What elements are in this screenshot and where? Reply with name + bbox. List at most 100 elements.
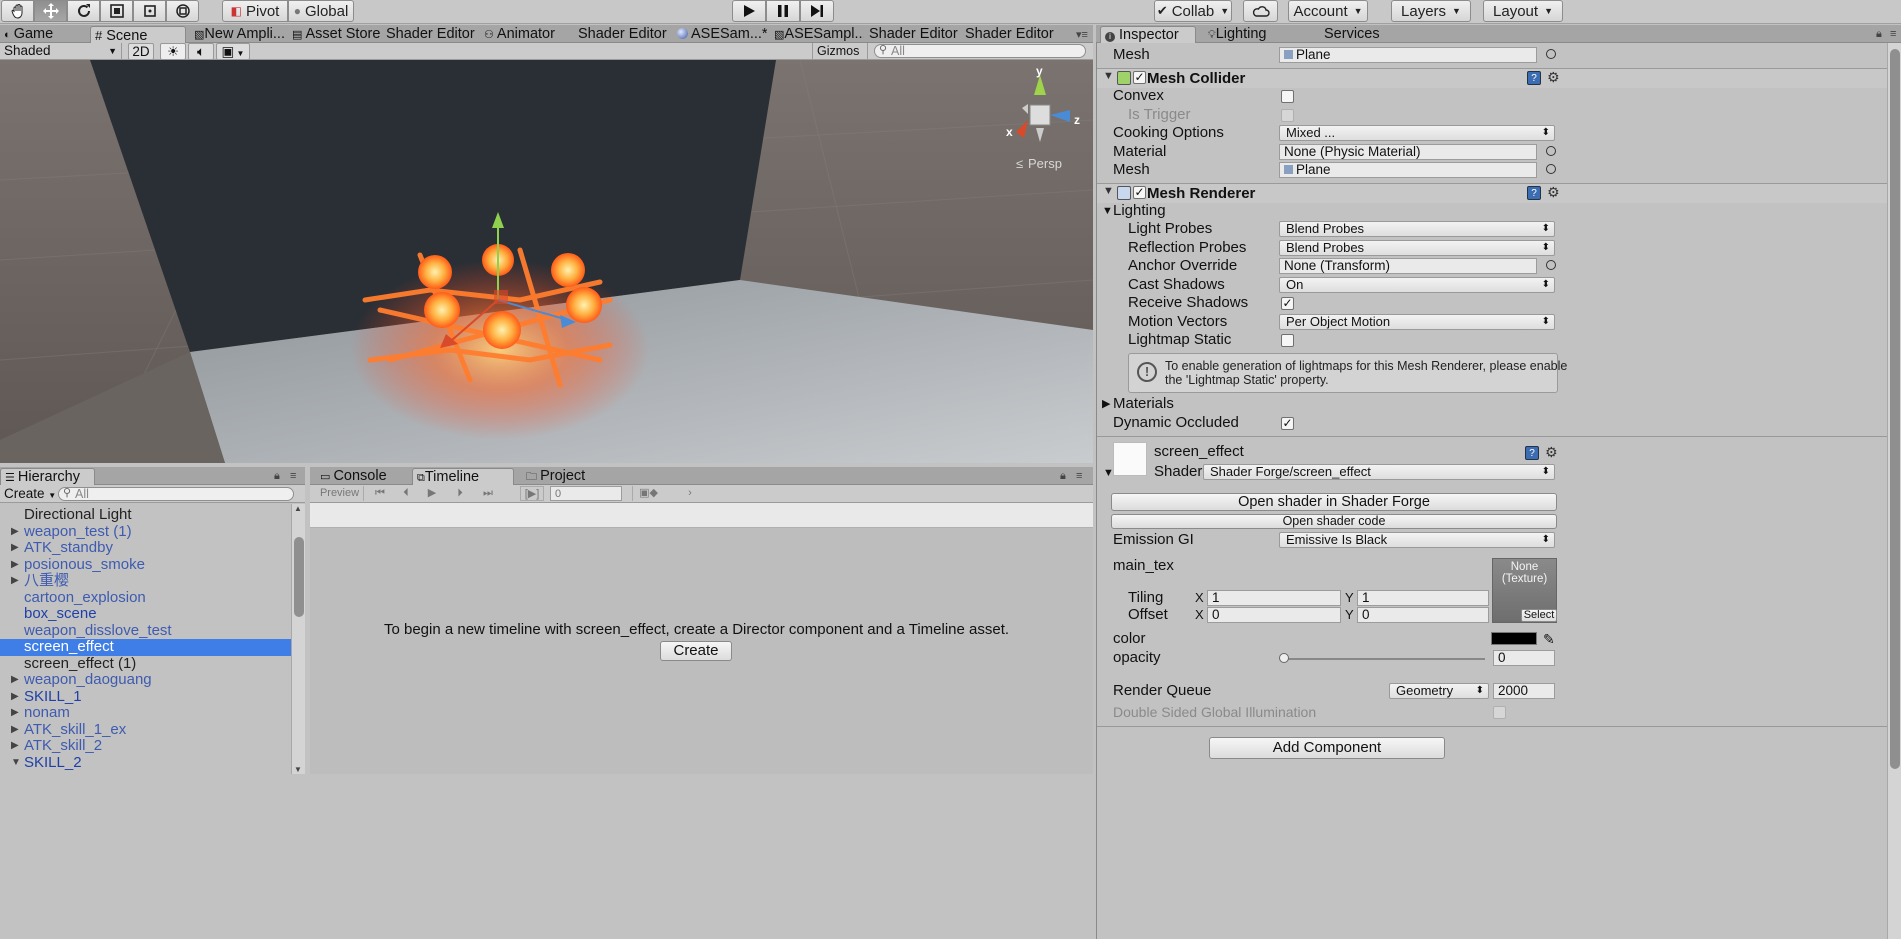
open-shader-forge-button[interactable]: Open shader in Shader Forge	[1111, 493, 1557, 511]
tab-asesample-2[interactable]: ▧ASESampl...	[770, 26, 864, 43]
open-shader-code-button[interactable]: Open shader code	[1111, 514, 1557, 529]
account-dropdown[interactable]: Account ▼	[1288, 0, 1368, 22]
object-picker-icon[interactable]	[1546, 164, 1556, 174]
tab-menu-icon[interactable]: ▾≡	[1076, 28, 1088, 41]
step-button[interactable]	[800, 0, 834, 22]
cast-shadows-dropdown[interactable]: On ⬍	[1279, 277, 1555, 293]
play-button[interactable]	[732, 0, 766, 22]
collab-dropdown[interactable]: ✔ Collab ▼	[1154, 0, 1232, 22]
dynamic-occluded-checkbox[interactable]: ✓	[1281, 417, 1294, 430]
foldout-right-icon[interactable]: ▶	[11, 738, 19, 755]
scene-search-input[interactable]: ⚲ All	[874, 44, 1086, 58]
hierarchy-item[interactable]: ▶ weapon_test (1)	[0, 523, 291, 541]
receive-shadows-checkbox[interactable]: ✓	[1281, 297, 1294, 310]
chevron-right-icon[interactable]: ›	[682, 486, 698, 501]
hierarchy-item[interactable]: ▶ weapon_daoguang	[0, 671, 291, 689]
cloud-button[interactable]	[1243, 0, 1278, 22]
offset-x-field[interactable]: 0	[1207, 607, 1341, 623]
hierarchy-item[interactable]: screen_effect (1)	[0, 655, 291, 673]
play-range-button[interactable]: [▶]	[520, 486, 544, 501]
prev-frame-button[interactable]: ⏴	[394, 486, 418, 501]
lock-icon[interactable]: 🔒︎	[274, 470, 280, 483]
lighting-toggle[interactable]: ☀	[160, 43, 186, 60]
jump-start-button[interactable]: ⏮	[368, 486, 392, 501]
view-options-dropdown[interactable]: ▣◆	[632, 486, 664, 501]
hierarchy-item[interactable]: weapon_disslove_test	[0, 622, 291, 640]
tiling-y-field[interactable]: 1	[1357, 590, 1489, 606]
hierarchy-item[interactable]: ▶ ATK_skill_1_ex	[0, 721, 291, 739]
foldout-down-icon[interactable]: ▼	[1102, 202, 1113, 220]
hierarchy-item[interactable]: screen_effect	[0, 638, 291, 656]
opacity-slider-thumb[interactable]	[1279, 653, 1289, 663]
foldout-down-icon[interactable]: ▼	[11, 755, 21, 772]
convex-checkbox[interactable]	[1281, 90, 1294, 103]
tab-lighting[interactable]: 💡︎Lighting	[1204, 26, 1300, 43]
tab-animator[interactable]: ⚇ Animator	[480, 26, 572, 43]
physic-material-field[interactable]: None (Physic Material)	[1279, 144, 1537, 160]
persp-label[interactable]: Persp	[1028, 156, 1062, 171]
tab-game[interactable]: ◐ Game	[0, 26, 88, 43]
next-frame-button[interactable]: ⏵	[448, 486, 472, 501]
effects-toggle[interactable]: ▣ ▼	[216, 43, 250, 60]
pivot-button[interactable]: ◧ Pivot	[222, 0, 288, 22]
anchor-override-field[interactable]: None (Transform)	[1279, 258, 1537, 274]
foldout-right-icon[interactable]: ▶	[11, 573, 19, 590]
move-tool-button[interactable]	[34, 0, 67, 22]
tab-shader-editor-1[interactable]: Shader Editor	[382, 26, 478, 43]
inspector-scrollbar[interactable]	[1887, 43, 1901, 939]
jump-end-button[interactable]: ⏭	[476, 486, 500, 501]
frame-field[interactable]: 0	[550, 486, 622, 501]
mesh-field[interactable]: Plane	[1279, 47, 1537, 63]
hierarchy-item[interactable]: cartoon_explosion	[0, 589, 291, 607]
cooking-options-dropdown[interactable]: Mixed ... ⬍	[1279, 125, 1555, 141]
tab-scene[interactable]: # Scene	[90, 26, 186, 43]
foldout-right-icon[interactable]: ▶	[11, 540, 19, 557]
hierarchy-item[interactable]: Directional Light	[0, 506, 291, 524]
shading-mode-dropdown[interactable]: Shaded ▼	[4, 43, 122, 60]
tiling-x-field[interactable]: 1	[1207, 590, 1341, 606]
tab-project[interactable]: 🗀︎ Project	[522, 468, 618, 485]
foldout-down-icon[interactable]: ▼	[1103, 70, 1114, 82]
tab-hierarchy[interactable]: ☰ Hierarchy	[0, 468, 95, 485]
rect-tool-button[interactable]	[133, 0, 166, 22]
hand-tool-button[interactable]	[1, 0, 34, 22]
hierarchy-scroll-thumb[interactable]	[294, 537, 304, 617]
hierarchy-search-input[interactable]: ⚲ All	[58, 487, 294, 501]
foldout-right-icon[interactable]: ▶	[11, 557, 19, 574]
light-probes-dropdown[interactable]: Blend Probes ⬍	[1279, 221, 1555, 237]
object-picker-icon[interactable]	[1546, 49, 1556, 59]
gear-icon[interactable]: ⚙	[1547, 69, 1560, 86]
foldout-right-icon[interactable]: ▶	[11, 672, 19, 689]
lock-icon[interactable]: 🔒︎	[1876, 28, 1882, 41]
mesh-renderer-header[interactable]: ▼ ✓ Mesh Renderer ? ⚙	[1097, 183, 1901, 203]
rotate-tool-button[interactable]	[67, 0, 100, 22]
object-picker-icon[interactable]	[1546, 260, 1556, 270]
hierarchy-item[interactable]: ▶ 八重樱	[0, 572, 291, 590]
timeline-create-button[interactable]: Create	[660, 641, 732, 661]
chevron-down-icon[interactable]: ▼	[294, 765, 302, 774]
opacity-field[interactable]: 0	[1493, 650, 1555, 666]
tab-timeline[interactable]: ⧉Timeline	[412, 468, 514, 485]
hierarchy-item[interactable]: ▼ SKILL_2	[0, 754, 291, 772]
pause-button[interactable]	[766, 0, 800, 22]
foldout-right-icon[interactable]: ▶	[11, 705, 19, 722]
emission-gi-dropdown[interactable]: Emissive Is Black ⬍	[1279, 532, 1555, 548]
add-component-button[interactable]: Add Component	[1209, 737, 1445, 759]
collider-mesh-field[interactable]: Plane	[1279, 162, 1537, 178]
tab-shader-editor-2[interactable]: Shader Editor	[574, 26, 670, 43]
help-icon[interactable]: ?	[1527, 71, 1541, 85]
layers-dropdown[interactable]: Layers ▼	[1391, 0, 1471, 22]
materials-foldout-row[interactable]: ▶ Materials	[1097, 395, 1887, 413]
render-queue-dropdown[interactable]: Geometry ⬍	[1389, 683, 1489, 699]
tab-shader-editor-4[interactable]: Shader Editor	[961, 26, 1057, 43]
motion-vectors-dropdown[interactable]: Per Object Motion ⬍	[1279, 314, 1555, 330]
tab-asesample-1[interactable]: ASESam...*	[673, 26, 767, 43]
foldout-right-icon[interactable]: ▶	[1102, 395, 1110, 413]
offset-y-field[interactable]: 0	[1357, 607, 1489, 623]
tab-menu-icon[interactable]: ≡	[290, 470, 296, 482]
hierarchy-item[interactable]: ▶ SKILL_1	[0, 688, 291, 706]
hierarchy-item[interactable]: box_scene	[0, 605, 291, 623]
lock-icon[interactable]: 🔒︎	[1060, 470, 1066, 483]
lighting-foldout-row[interactable]: ▼ Lighting	[1097, 202, 1887, 220]
foldout-right-icon[interactable]: ▶	[11, 722, 19, 739]
